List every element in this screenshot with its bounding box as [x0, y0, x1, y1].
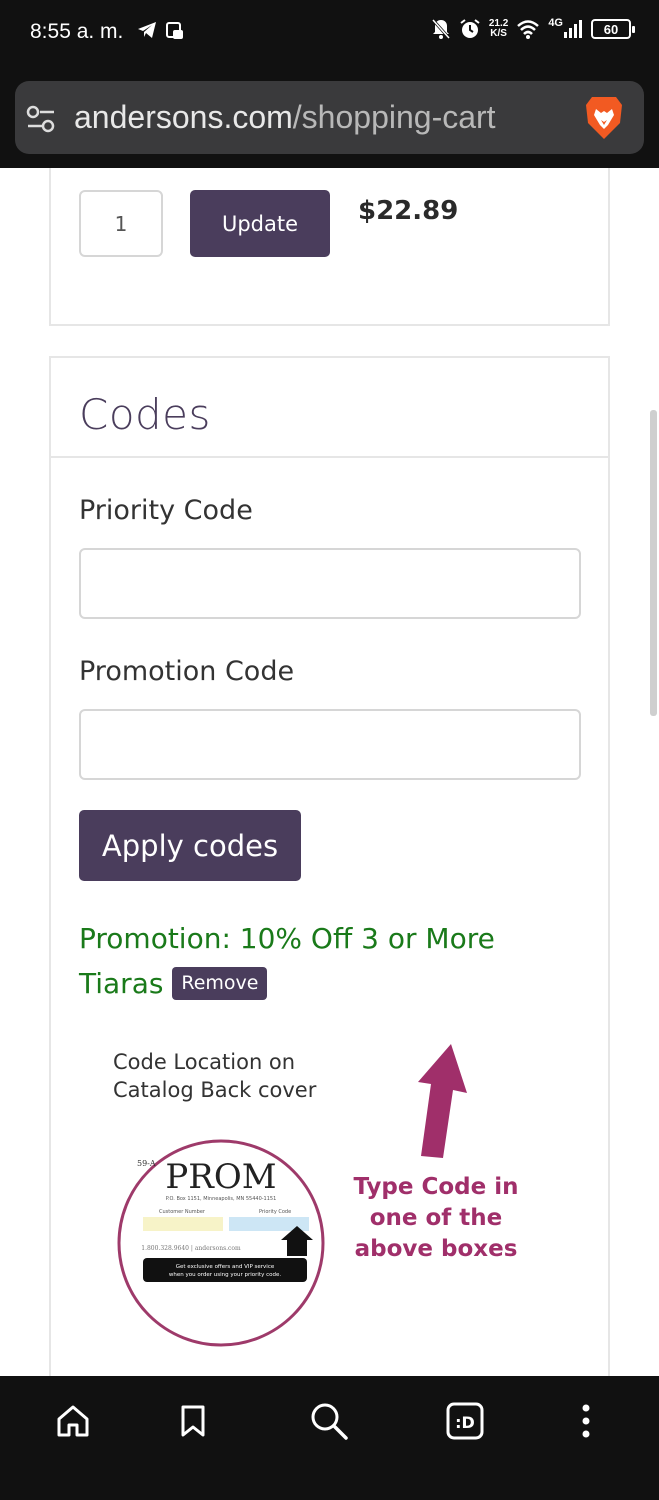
telegram-icon: [138, 22, 156, 38]
catalog-offer-line-2: when you order using your priority code.: [169, 1272, 281, 1278]
battery-level: 60: [603, 21, 619, 37]
signal-icon: [564, 20, 582, 38]
catalog-title: PROM: [165, 1157, 276, 1197]
page-scrollbar[interactable]: [650, 410, 657, 716]
status-system-icons: 21.2 K/S 4G 60: [431, 17, 635, 40]
catalog-address: P.O. Box 1151, Minneapolis, MN 55440-115…: [166, 1196, 277, 1202]
applied-promotion-text: Promotion: 10% Off 3 or More Tiaras: [79, 922, 495, 1000]
home-button[interactable]: [48, 1396, 98, 1446]
mute-icon: [431, 19, 450, 39]
url-text[interactable]: andersons.com/shopping-cart: [74, 99, 496, 136]
quantity-input[interactable]: [79, 190, 163, 257]
url-domain: andersons.com: [74, 99, 293, 135]
browser-toolbar: andersons.com/shopping-cart: [0, 70, 659, 168]
wifi-icon: [517, 20, 540, 39]
catalog-contact: 1.800.328.9640 | andersons.com: [141, 1245, 241, 1252]
status-bar: 8:55 a. m. 21.2 K/S 4G 60: [0, 0, 659, 70]
more-icon: [582, 1404, 590, 1438]
alarm-icon: [460, 19, 480, 38]
page-content: Update $22.89 Codes Priority Code Promot…: [0, 168, 659, 1376]
browser-bottom-nav: :D: [0, 1376, 659, 1500]
up-arrow-icon: [418, 1044, 467, 1158]
catalog-offer-banner: [143, 1258, 307, 1282]
status-notification-icons: [137, 21, 185, 41]
promotion-code-label: Promotion Code: [79, 656, 295, 687]
network-type: 4G: [548, 17, 563, 29]
net-speed: 21.2 K/S: [489, 19, 508, 39]
priority-code-label: Priority Code: [79, 495, 253, 526]
bookmark-icon: [181, 1405, 205, 1437]
applied-promotion: Promotion: 10% Off 3 or More Tiaras Remo…: [79, 916, 549, 1006]
apply-codes-button[interactable]: Apply codes: [79, 810, 301, 881]
codes-card: Codes Priority Code Promotion Code Apply…: [49, 356, 610, 1376]
customer-number-label: Customer Number: [159, 1209, 206, 1215]
battery-icon: 60: [591, 19, 635, 39]
code-location-graphic: Code Location on Catalog Back cover 59-A…: [91, 1026, 571, 1356]
customer-number-box: [143, 1217, 223, 1231]
search-button[interactable]: [304, 1396, 354, 1446]
promotion-code-input[interactable]: [79, 709, 581, 780]
more-menu-button[interactable]: [561, 1396, 611, 1446]
address-bar[interactable]: andersons.com/shopping-cart: [15, 81, 644, 154]
priority-code-input[interactable]: [79, 548, 581, 619]
remove-promotion-button[interactable]: Remove: [172, 966, 268, 1000]
instruction-line-2: one of the: [369, 1205, 503, 1231]
svg-text::D: :D: [455, 1413, 475, 1432]
home-icon: [57, 1405, 89, 1437]
notification-app-icon: [166, 22, 183, 39]
bookmarks-button[interactable]: [168, 1396, 218, 1446]
priority-code-mini-label: Priority Code: [259, 1209, 291, 1215]
status-time: 8:55 a. m.: [30, 20, 124, 43]
tabs-button[interactable]: :D: [440, 1396, 490, 1446]
item-price: $22.89: [358, 196, 459, 226]
type-code-instruction: Type Code in one of the above boxes: [341, 1172, 531, 1265]
brave-shield-icon[interactable]: [584, 95, 624, 141]
update-button[interactable]: Update: [190, 190, 330, 257]
net-speed-unit: K/S: [490, 28, 507, 39]
catalog-offer-line-1: Get exclusive offers and VIP service: [176, 1264, 275, 1270]
instruction-line-3: above boxes: [354, 1236, 518, 1262]
site-settings-icon[interactable]: [26, 105, 56, 133]
tabs-icon: :D: [446, 1402, 484, 1440]
codes-divider: [51, 456, 608, 458]
url-path: /shopping-cart: [292, 99, 496, 135]
codes-title: Codes: [79, 390, 211, 439]
search-icon: [311, 1403, 348, 1440]
instruction-line-1: Type Code in: [353, 1174, 519, 1200]
catalog-code-mark: 59-A: [137, 1159, 156, 1168]
